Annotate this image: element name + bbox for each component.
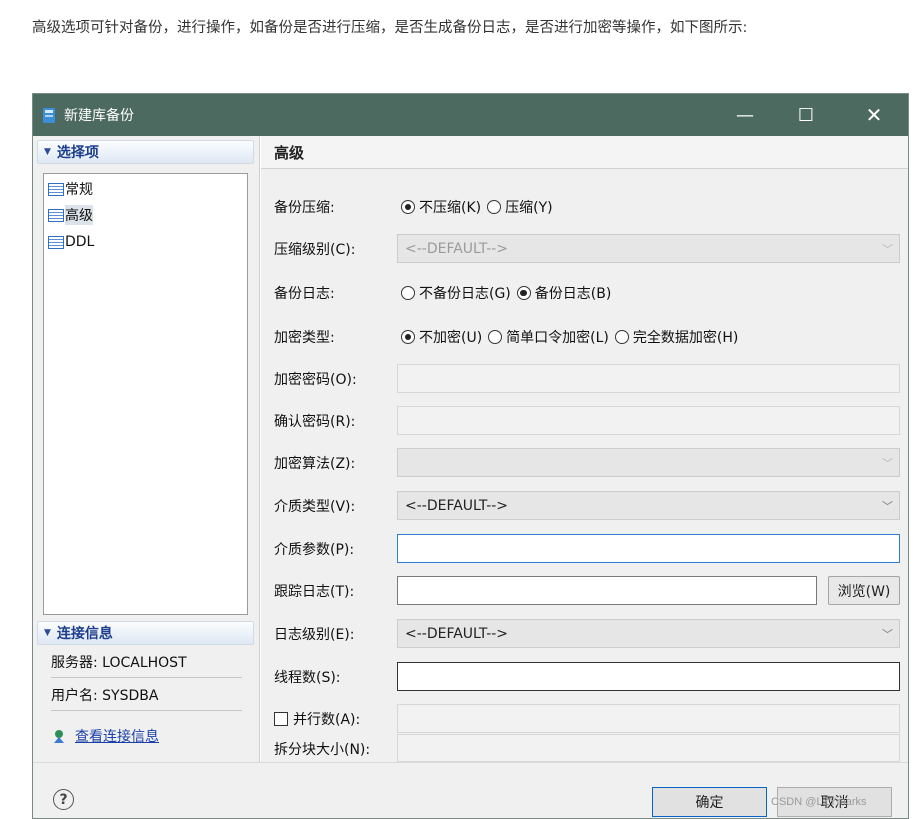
radio-simple-encrypt[interactable]: 简单口令加密(L)	[488, 327, 609, 347]
dialog-content: ▼ 选择项 常规 高级 DDL ▼ 连接信息 服务器: LOCALHOST 用户…	[33, 136, 908, 762]
radio-dot	[516, 286, 531, 300]
confirm-password-field[interactable]	[397, 406, 900, 435]
encrypt-type-radio-group: 不加密(U) 简单口令加密(L) 完全数据加密(H)	[401, 327, 744, 347]
left-pane: ▼ 选择项 常规 高级 DDL ▼ 连接信息 服务器: LOCALHOST 用户…	[33, 136, 260, 762]
radio-backup-log[interactable]: 备份日志(B)	[516, 283, 612, 303]
parallel-label: 并行数(A):	[293, 712, 361, 728]
collapse-triangle-icon: ▼	[44, 147, 51, 157]
radio-full-encrypt[interactable]: 完全数据加密(H)	[614, 327, 739, 347]
page-icon	[48, 235, 64, 249]
encrypt-type-label: 加密类型:	[274, 330, 335, 346]
encrypt-password-field[interactable]	[397, 364, 900, 393]
media-type-label: 介质类型(V):	[274, 499, 356, 515]
connection-section-header[interactable]: ▼ 连接信息	[37, 621, 254, 645]
advanced-panel: 高级 备份压缩: 不压缩(K) 压缩(Y) 压缩级别(C): <--DEFAUL…	[261, 136, 908, 762]
log-level-label: 日志级别(E):	[274, 627, 355, 643]
title-bar: 新建库备份 — ☐ ✕	[33, 94, 908, 136]
view-connection-link[interactable]: 查看连接信息	[51, 726, 159, 746]
browse-button[interactable]: 浏览(W)	[828, 576, 900, 605]
checkbox-box	[274, 712, 288, 726]
radio-no-backup-log[interactable]: 不备份日志(G)	[401, 283, 511, 303]
radio-no-encrypt[interactable]: 不加密(U)	[401, 327, 482, 347]
log-level-select[interactable]: <--DEFAULT--> ﹀	[397, 619, 900, 648]
backup-dialog: 新建库备份 — ☐ ✕ ▼ 选择项 常规 高级 DDL ▼ 连接信息 服务器: …	[32, 93, 909, 819]
radio-dot	[401, 286, 415, 300]
radio-label: 不压缩(K)	[419, 200, 482, 216]
maximize-button[interactable]: ☐	[777, 94, 835, 136]
tree-item-label: 常规	[65, 182, 93, 198]
parallel-checkbox[interactable]: 并行数(A):	[274, 709, 360, 729]
dialog-footer: ? 确定 取消	[33, 762, 908, 818]
radio-label: 不加密(U)	[419, 330, 483, 346]
page-icon	[48, 208, 64, 222]
options-header-label: 选择项	[56, 145, 99, 161]
user-info: 用户名: SYSDBA	[51, 679, 242, 711]
parallel-input[interactable]	[397, 704, 900, 733]
encrypt-algorithm-label: 加密算法(Z):	[274, 456, 356, 472]
connection-header-label: 连接信息	[56, 626, 113, 642]
chevron-down-icon: ﹀	[882, 243, 893, 256]
window-title: 新建库备份	[64, 108, 134, 124]
compress-radio-group: 不压缩(K) 压缩(Y)	[401, 197, 559, 217]
log-level-value: <--DEFAULT-->	[405, 625, 509, 642]
radio-label: 不备份日志(G)	[419, 286, 511, 302]
radio-dot	[614, 330, 629, 344]
media-params-label: 介质参数(P):	[274, 542, 355, 558]
tree-item-general[interactable]: 常规	[48, 178, 93, 200]
radio-dot	[401, 200, 415, 214]
radio-dot	[487, 200, 502, 214]
radio-dot	[401, 330, 415, 344]
options-section-header[interactable]: ▼ 选择项	[37, 140, 254, 164]
trace-log-label: 跟踪日志(T):	[274, 584, 355, 600]
radio-dot	[488, 330, 503, 344]
radio-compress[interactable]: 压缩(Y)	[487, 197, 553, 217]
watermark: CSDN @LZYmarks	[771, 796, 867, 808]
compress-label: 备份压缩:	[274, 200, 335, 216]
split-size-label: 拆分块大小(N):	[274, 742, 371, 758]
radio-label: 备份日志(B)	[534, 286, 612, 302]
page-icon	[48, 182, 64, 196]
help-icon[interactable]: ?	[53, 789, 74, 810]
compress-level-label: 压缩级别(C):	[274, 242, 356, 258]
view-connection-label: 查看连接信息	[75, 729, 159, 745]
threads-label: 线程数(S):	[274, 670, 341, 686]
connection-icon	[54, 730, 64, 743]
media-type-select[interactable]: <--DEFAULT--> ﹀	[397, 491, 900, 520]
close-button[interactable]: ✕	[845, 94, 903, 136]
compress-level-value: <--DEFAULT-->	[405, 240, 509, 257]
tree-item-advanced[interactable]: 高级	[48, 204, 93, 226]
chevron-down-icon: ﹀	[882, 500, 893, 513]
media-type-value: <--DEFAULT-->	[405, 497, 509, 514]
server-info: 服务器: LOCALHOST	[51, 646, 242, 678]
radio-label: 完全数据加密(H)	[632, 330, 739, 346]
database-icon	[43, 108, 55, 123]
minimize-button[interactable]: —	[716, 94, 774, 136]
tree-item-label: 高级	[65, 205, 93, 225]
options-tree: 常规 高级 DDL	[43, 173, 248, 615]
backup-log-label: 备份日志:	[274, 286, 335, 302]
trace-log-input[interactable]	[397, 576, 817, 605]
compress-level-select[interactable]: <--DEFAULT--> ﹀	[397, 234, 900, 263]
panel-title: 高级	[261, 136, 908, 169]
confirm-password-label: 确认密码(R):	[274, 414, 356, 430]
chevron-down-icon: ﹀	[882, 628, 893, 641]
tree-item-ddl[interactable]: DDL	[48, 231, 94, 253]
media-params-input[interactable]	[397, 534, 900, 563]
ok-button[interactable]: 确定	[652, 787, 767, 817]
split-size-input[interactable]	[397, 734, 900, 762]
chevron-down-icon: ﹀	[882, 457, 893, 470]
collapse-triangle-icon: ▼	[44, 628, 51, 638]
encrypt-algorithm-select[interactable]: ﹀	[397, 448, 900, 477]
radio-label: 压缩(Y)	[505, 200, 553, 216]
intro-paragraph: 高级选项可针对备份，进行操作，如备份是否进行压缩，是否生成备份日志，是否进行加密…	[32, 20, 748, 36]
backup-log-radio-group: 不备份日志(G) 备份日志(B)	[401, 283, 617, 303]
radio-label: 简单口令加密(L)	[506, 330, 609, 346]
threads-input[interactable]	[397, 662, 900, 691]
radio-no-compress[interactable]: 不压缩(K)	[401, 197, 481, 217]
encrypt-password-label: 加密密码(O):	[274, 372, 357, 388]
tree-item-label: DDL	[65, 234, 95, 250]
